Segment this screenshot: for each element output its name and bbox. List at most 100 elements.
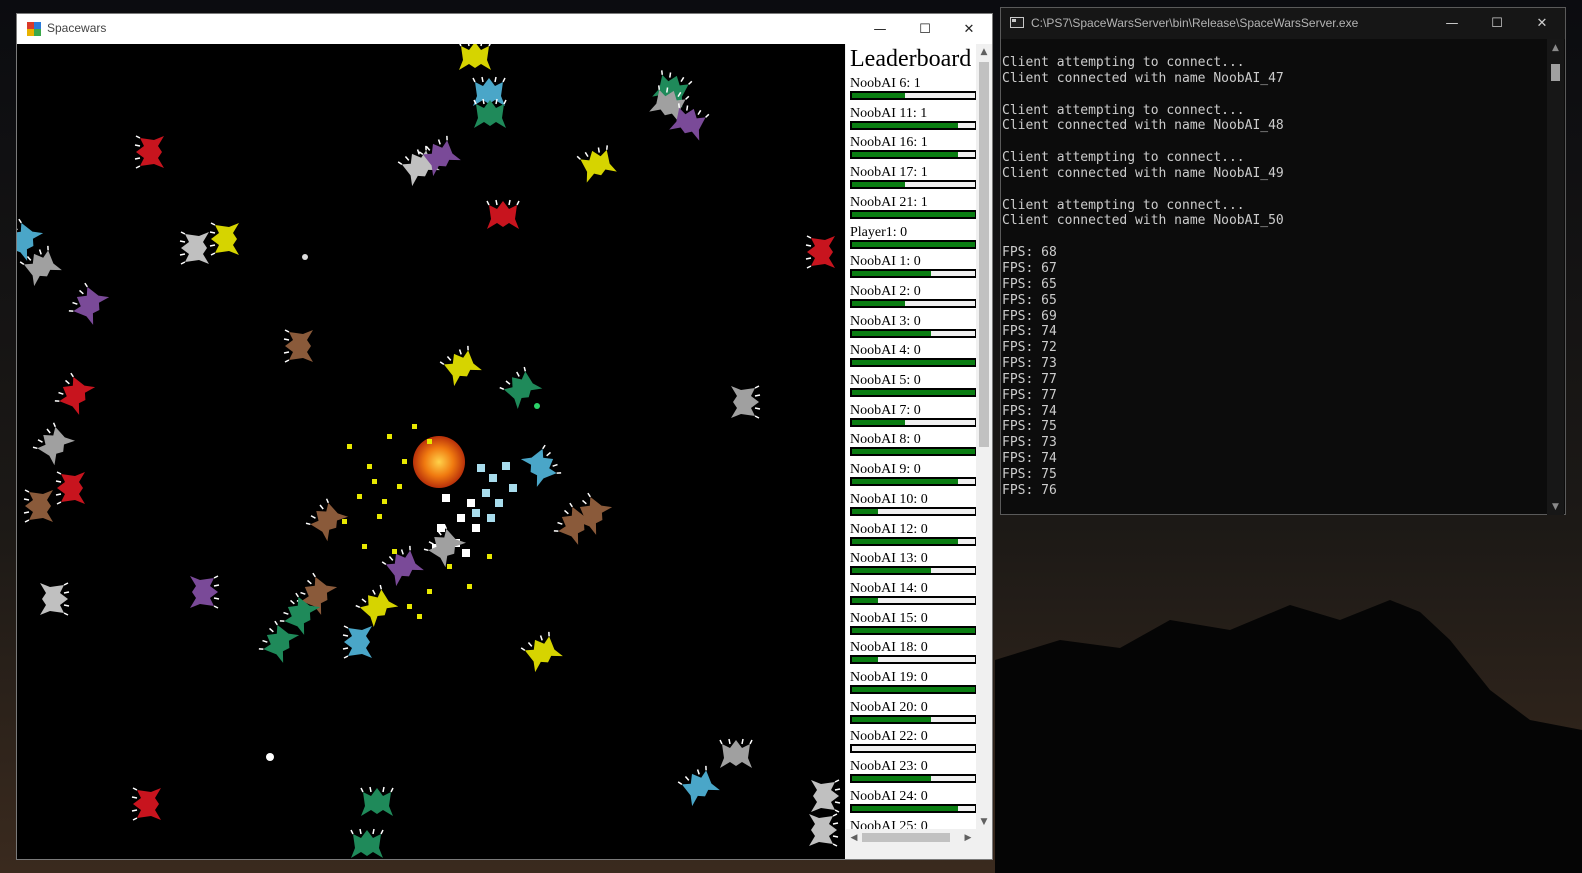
ship bbox=[576, 143, 618, 184]
player-score-label: NoobAI 5: 0 bbox=[850, 373, 921, 388]
console-scroll-thumb[interactable] bbox=[1551, 64, 1560, 81]
health-bar-fill bbox=[852, 122, 958, 128]
spacewars-window: Spacewars — ☐ ✕ Leaderboard NoobAI 6: 1 … bbox=[16, 13, 993, 860]
leaderboard-row: NoobAI 23: 0 bbox=[850, 759, 976, 789]
health-bar-fill bbox=[852, 657, 878, 663]
leaderboard-row: NoobAI 7: 0 bbox=[850, 403, 976, 433]
ship bbox=[23, 489, 54, 523]
health-bar bbox=[850, 91, 976, 100]
debris-particles-blue bbox=[472, 462, 517, 522]
leaderboard-row: NoobAI 14: 0 bbox=[850, 581, 976, 611]
leaderboard-row: NoobAI 18: 0 bbox=[850, 640, 976, 670]
console-title-bar[interactable]: C:\PS7\SpaceWarsServer\bin\Release\Space… bbox=[1001, 8, 1565, 39]
ship bbox=[257, 619, 300, 664]
player-score-label: Player1: 0 bbox=[850, 224, 908, 240]
leaderboard-row: NoobAI 17: 1 bbox=[850, 165, 976, 195]
player-score-label: NoobAI 14: 0 bbox=[850, 580, 928, 596]
health-bar-fill bbox=[852, 568, 931, 574]
health-bar-fill bbox=[852, 390, 975, 395]
scroll-up-icon[interactable]: ▲ bbox=[1547, 39, 1564, 56]
health-bar bbox=[850, 269, 976, 279]
health-bar bbox=[850, 625, 976, 635]
console-line: FPS: 67 bbox=[1002, 260, 1057, 276]
health-bar bbox=[850, 655, 976, 665]
health-bar bbox=[850, 328, 976, 338]
maximize-button[interactable]: ☐ bbox=[902, 14, 948, 44]
leaderboard-vertical-scrollbar[interactable]: ▲ ▼ bbox=[976, 44, 992, 846]
scroll-thumb[interactable] bbox=[979, 62, 989, 447]
scroll-down-icon[interactable]: ▼ bbox=[1547, 498, 1564, 515]
minimize-button[interactable]: — bbox=[857, 14, 903, 44]
leaderboard-panel[interactable]: Leaderboard NoobAI 6: 1 NoobAI 11: 1 NoobA… bbox=[846, 44, 976, 846]
ship bbox=[134, 135, 165, 169]
leaderboard-title: Leaderboard bbox=[850, 46, 972, 72]
close-button[interactable]: ✕ bbox=[946, 14, 992, 44]
leaderboard-horizontal-scrollbar[interactable]: ◀ ▶ bbox=[846, 829, 976, 846]
projectile bbox=[302, 254, 308, 260]
minimize-icon: — bbox=[1445, 16, 1459, 31]
scroll-down-icon[interactable]: ▼ bbox=[976, 814, 992, 830]
health-bar-fill bbox=[852, 152, 958, 158]
ship bbox=[354, 583, 400, 628]
console-line: FPS: 74 bbox=[1002, 451, 1057, 467]
game-canvas[interactable] bbox=[17, 44, 845, 859]
player-score-label: NoobAI 13: 0 bbox=[850, 551, 928, 567]
scroll-left-icon[interactable]: ◀ bbox=[846, 829, 862, 846]
health-bar-fill bbox=[852, 211, 975, 217]
scrollbar-corner bbox=[976, 829, 992, 846]
console-line: Client connected with name NoobAI_50 bbox=[1002, 213, 1284, 229]
player-score-label: NoobAI 12: 0 bbox=[850, 521, 928, 537]
minimize-icon: — bbox=[873, 21, 887, 37]
console-line: Client connected with name NoobAI_48 bbox=[1002, 118, 1284, 134]
player-score-label: NoobAI 7: 0 bbox=[850, 402, 921, 418]
ship bbox=[39, 582, 70, 616]
ship bbox=[350, 828, 384, 859]
game-scene bbox=[17, 44, 841, 859]
health-bar bbox=[850, 506, 976, 516]
console-scrollbar[interactable]: ▲ ▼ bbox=[1547, 39, 1564, 515]
console-icon bbox=[1010, 17, 1024, 28]
leaderboard-row: NoobAI 8: 0 bbox=[850, 432, 976, 462]
health-bar bbox=[850, 477, 976, 487]
scroll-right-icon[interactable]: ▶ bbox=[960, 829, 976, 846]
title-bar[interactable]: Spacewars — ☐ ✕ bbox=[17, 14, 992, 44]
console-output[interactable]: Client attempting to connect... Client co… bbox=[1002, 55, 1542, 510]
console-line: Client attempting to connect... bbox=[1002, 102, 1245, 118]
leaderboard-row: NoobAI 4: 0 bbox=[850, 343, 976, 373]
health-bar-fill bbox=[852, 360, 975, 366]
player-score-label: NoobAI 1: 0 bbox=[850, 254, 921, 270]
console-window-title: C:\PS7\SpaceWarsServer\bin\Release\Space… bbox=[1031, 16, 1359, 30]
health-bar bbox=[850, 358, 976, 368]
player-score-label: NoobAI 18: 0 bbox=[850, 640, 928, 656]
console-line: FPS: 77 bbox=[1002, 387, 1057, 403]
console-minimize-button[interactable]: — bbox=[1429, 8, 1475, 39]
leaderboard-row: NoobAI 10: 0 bbox=[850, 492, 976, 522]
player-score-label: NoobAI 22: 0 bbox=[850, 729, 928, 745]
console-close-button[interactable]: ✕ bbox=[1519, 8, 1565, 39]
console-line: Client connected with name NoobAI_47 bbox=[1002, 70, 1284, 86]
ship bbox=[17, 217, 44, 262]
scroll-up-icon[interactable]: ▲ bbox=[976, 44, 992, 60]
leaderboard-row: NoobAI 1: 0 bbox=[850, 254, 976, 284]
health-bar bbox=[850, 417, 976, 427]
console-line: FPS: 65 bbox=[1002, 292, 1057, 308]
console-maximize-button[interactable]: ☐ bbox=[1474, 8, 1520, 39]
console-line: FPS: 76 bbox=[1002, 482, 1057, 498]
close-icon: ✕ bbox=[963, 21, 975, 37]
player-score-label: NoobAI 23: 0 bbox=[850, 759, 928, 775]
leaderboard-row: NoobAI 16: 1 bbox=[850, 135, 976, 165]
ship bbox=[304, 497, 349, 543]
projectile bbox=[534, 403, 540, 409]
health-bar-fill bbox=[852, 597, 878, 603]
scroll-thumb-horizontal[interactable] bbox=[862, 833, 950, 842]
player-score-label: NoobAI 10: 0 bbox=[850, 491, 928, 507]
ship bbox=[380, 544, 425, 587]
ship bbox=[189, 575, 220, 609]
health-bar-fill bbox=[852, 271, 931, 277]
sun bbox=[413, 436, 465, 488]
health-bar bbox=[850, 120, 976, 130]
player-score-label: NoobAI 20: 0 bbox=[850, 699, 928, 715]
leaderboard-row: NoobAI 6: 1 bbox=[850, 76, 976, 106]
